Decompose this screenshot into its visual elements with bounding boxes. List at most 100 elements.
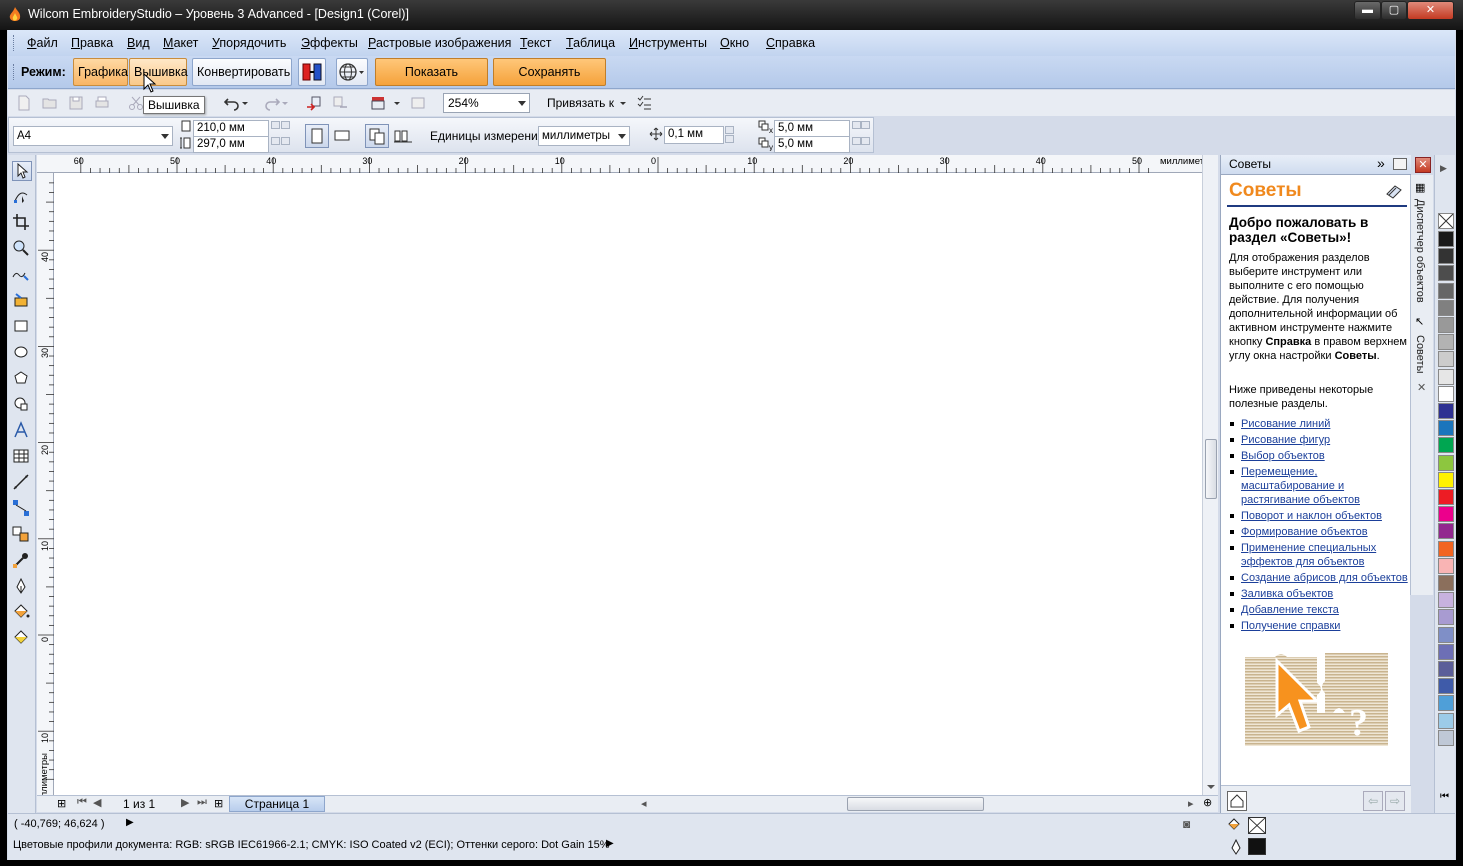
ellipse-tool[interactable]	[12, 343, 32, 363]
shape-tool[interactable]	[12, 187, 32, 207]
zoom-navigator-icon[interactable]: ⊕	[1203, 796, 1212, 809]
connector-tool[interactable]	[12, 499, 32, 519]
cut-icon[interactable]	[128, 95, 144, 111]
palette-expand-icon[interactable]: ⏮	[1440, 791, 1449, 802]
landscape-button[interactable]	[331, 124, 355, 148]
tips-link[interactable]: Создание абрисов для объектов	[1241, 572, 1408, 584]
color-swatch[interactable]	[1438, 729, 1454, 746]
dup-y-spin-down[interactable]	[861, 137, 870, 145]
expand-docker-icon[interactable]: »	[1377, 154, 1385, 173]
color-swatch[interactable]	[1438, 557, 1454, 574]
duplicate-y-field[interactable]: 5,0 мм	[774, 136, 850, 153]
color-swatch[interactable]	[1438, 695, 1454, 712]
application-launcher-icon[interactable]	[370, 95, 386, 111]
width-spin-down[interactable]	[281, 121, 290, 129]
grip-handle[interactable]	[13, 35, 16, 51]
width-spin-up[interactable]	[271, 121, 280, 129]
save-icon[interactable]	[68, 95, 84, 111]
vertical-scrollbar[interactable]	[1202, 155, 1218, 795]
snap-to-dropdown-icon[interactable]	[618, 95, 628, 111]
page-width-field[interactable]: 210,0 мм	[193, 120, 269, 137]
horizontal-scroll-thumb[interactable]	[847, 797, 984, 811]
add-page-after-icon[interactable]: ⊞	[214, 797, 223, 810]
blend-tool[interactable]	[12, 525, 32, 545]
nudge-spin-up[interactable]	[725, 126, 734, 134]
tab-tips[interactable]: Советы	[1414, 335, 1426, 373]
mode-graphics-button[interactable]: Графика	[73, 58, 128, 86]
color-swatch[interactable]	[1438, 489, 1454, 505]
dup-x-spin-down[interactable]	[861, 121, 870, 129]
outline-color-swatch[interactable]	[1248, 838, 1266, 855]
portrait-button[interactable]	[305, 124, 329, 148]
color-swatch[interactable]	[1438, 351, 1454, 368]
color-swatch[interactable]	[1438, 334, 1454, 351]
color-swatch[interactable]	[1438, 575, 1454, 591]
scroll-down-icon[interactable]	[1206, 783, 1216, 791]
color-swatch[interactable]	[1438, 368, 1454, 385]
nudge-distance-field[interactable]: 0,1 мм	[664, 126, 724, 144]
units-combo[interactable]: миллиметры	[538, 126, 630, 146]
help-book-icon[interactable]	[1385, 184, 1403, 200]
page-height-field[interactable]: 297,0 мм	[193, 136, 269, 153]
scroll-right-icon[interactable]: ▸	[1188, 797, 1194, 810]
undo-icon[interactable]	[224, 95, 240, 111]
tips-link[interactable]: Заливка объектов	[1241, 588, 1333, 600]
color-swatch[interactable]	[1438, 454, 1454, 471]
no-color-swatch[interactable]	[1438, 213, 1454, 229]
color-swatch[interactable]	[1438, 265, 1454, 282]
smart-fill-tool[interactable]	[12, 291, 32, 311]
color-swatch[interactable]	[1438, 282, 1454, 299]
page-tab[interactable]: Страница 1	[229, 796, 325, 812]
docker-restore-button[interactable]	[1393, 158, 1407, 170]
interactive-fill-tool[interactable]	[12, 629, 32, 649]
docker-close-button[interactable]: ✕	[1415, 157, 1431, 173]
polygon-tool[interactable]	[12, 369, 32, 389]
view-mode-icon[interactable]: ◙	[1183, 817, 1190, 831]
export-icon[interactable]	[332, 95, 348, 111]
color-swatch[interactable]	[1438, 299, 1454, 316]
tips-link[interactable]: Перемещение, масштабирование и растягива…	[1241, 466, 1360, 506]
menu-item[interactable]: Таблица	[566, 36, 615, 50]
color-swatch[interactable]	[1438, 506, 1454, 523]
menu-item[interactable]: Текст	[520, 36, 551, 50]
color-swatch[interactable]	[1438, 540, 1454, 557]
dup-x-spin-up[interactable]	[852, 121, 861, 129]
eyedropper-tool[interactable]	[12, 551, 32, 571]
first-page-icon[interactable]: ⏮	[77, 796, 87, 809]
nudge-spin-down[interactable]	[725, 135, 734, 143]
color-swatch[interactable]	[1438, 471, 1454, 488]
menu-item[interactable]: Справка	[766, 36, 815, 50]
color-swatch[interactable]	[1438, 231, 1454, 247]
mode-embroidery-button[interactable]: Вышивка	[129, 58, 188, 86]
fill-color-swatch[interactable]	[1248, 817, 1266, 834]
color-swatch[interactable]	[1438, 626, 1454, 643]
color-swatch[interactable]	[1438, 523, 1454, 540]
duplicate-x-field[interactable]: 5,0 мм	[774, 120, 850, 137]
dimension-tool[interactable]	[12, 473, 32, 493]
close-button[interactable]: ✕	[1407, 1, 1454, 20]
forward-button[interactable]: ⇨	[1385, 791, 1405, 811]
menu-item[interactable]: Растровые изображения	[368, 36, 511, 50]
show-embroidery-button[interactable]: Показать вышивку	[375, 58, 488, 105]
print-icon[interactable]	[94, 95, 110, 111]
menu-item[interactable]: Вид	[127, 36, 150, 50]
close-tab-icon[interactable]: ✕	[1417, 381, 1426, 394]
new-document-icon[interactable]	[16, 95, 32, 111]
menu-item[interactable]: Эффекты	[301, 36, 358, 50]
table-tool[interactable]	[12, 447, 32, 467]
tips-link[interactable]: Рисование линий	[1241, 418, 1330, 430]
minimize-button[interactable]: ▬	[1354, 1, 1381, 20]
color-swatch[interactable]	[1438, 403, 1454, 419]
scroll-left-icon[interactable]: ◂	[641, 797, 647, 810]
maximize-button[interactable]: ▢	[1381, 1, 1407, 20]
grip-handle[interactable]	[13, 64, 16, 80]
menu-item[interactable]: Правка	[71, 36, 113, 50]
redo-icon[interactable]	[264, 95, 280, 111]
drawing-canvas[interactable]	[54, 173, 1202, 795]
convert-icon-button[interactable]	[298, 58, 326, 86]
menu-item[interactable]: Макет	[163, 36, 198, 50]
menu-item[interactable]: Окно	[720, 36, 749, 50]
tips-link[interactable]: Поворот и наклон объектов	[1241, 510, 1382, 522]
home-button[interactable]	[1227, 791, 1247, 811]
color-swatch[interactable]	[1438, 317, 1454, 333]
